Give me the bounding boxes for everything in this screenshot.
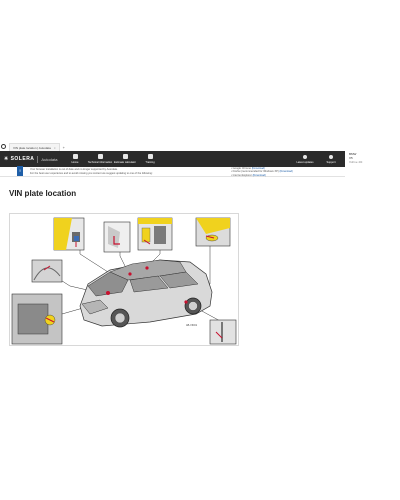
home-icon bbox=[72, 154, 78, 159]
browser-tab[interactable]: VIN plate location | Autodata × bbox=[9, 143, 60, 151]
vehicle-variant: Xdrive 40i bbox=[349, 160, 363, 164]
training-icon bbox=[147, 154, 153, 159]
download-firefox-link[interactable]: (Download) bbox=[280, 170, 293, 173]
vin-marker-rear bbox=[184, 300, 188, 304]
vin-marker-windscreen bbox=[106, 291, 110, 295]
nav-training-label: Training bbox=[145, 161, 155, 164]
vin-location-diagram: AB-VIN01 bbox=[9, 213, 239, 346]
diagram-ref-code: AB-VIN01 bbox=[186, 324, 198, 327]
app-header: ✳ SOLERA Autodata Home Technical informa… bbox=[0, 151, 345, 167]
solera-logo: ✳ SOLERA bbox=[4, 156, 35, 162]
bell-icon bbox=[303, 154, 307, 159]
link-ie-name: Internet Explorer bbox=[232, 173, 252, 177]
vin-marker-door bbox=[145, 266, 149, 270]
nav-training[interactable]: Training bbox=[139, 151, 161, 167]
notice-text: Your browser installation is out of date… bbox=[30, 168, 180, 175]
detail-inset-door bbox=[53, 217, 85, 251]
notice-line-2: For the best user experience and to avoi… bbox=[30, 171, 153, 175]
new-tab-icon[interactable]: + bbox=[63, 145, 65, 150]
nav-technical-label: Technical information bbox=[87, 161, 113, 164]
link-ie: • Internet Explorer (Download) bbox=[231, 173, 266, 177]
product-name: Autodata bbox=[41, 156, 58, 162]
close-icon[interactable]: × bbox=[54, 146, 56, 150]
nav-support-label: Support bbox=[326, 160, 336, 164]
car-illustration bbox=[79, 259, 213, 328]
nav-technical-information[interactable]: Technical information bbox=[87, 151, 113, 167]
download-ie-link[interactable]: (Download) bbox=[253, 174, 266, 177]
nav-updates-label: Latest updates bbox=[296, 160, 314, 164]
browser-tab-strip: VIN plate location | Autodata × + bbox=[0, 143, 400, 151]
detail-inset-engine bbox=[11, 293, 63, 345]
nav-latest-updates[interactable]: Latest updates bbox=[295, 151, 315, 167]
browser-menu-icon[interactable] bbox=[1, 144, 6, 149]
nav-support[interactable]: Support bbox=[321, 151, 341, 167]
wrench-icon bbox=[97, 154, 103, 159]
selected-vehicle[interactable]: BMW X5 Xdrive 40i bbox=[347, 151, 400, 167]
main-nav: Home Technical information Estimate calc… bbox=[64, 151, 161, 167]
vin-marker-pillar bbox=[128, 272, 132, 276]
vin-diagram-svg: AB-VIN01 bbox=[11, 217, 237, 345]
nav-estimate-calculator[interactable]: Estimate calculator bbox=[114, 151, 136, 167]
browser-tab-title: VIN plate location | Autodata bbox=[13, 145, 51, 150]
user-icon bbox=[329, 154, 333, 159]
detail-inset-lower bbox=[209, 319, 237, 345]
browser-notice: ! Your browser installation is out of da… bbox=[0, 166, 345, 177]
browser-download-links: • Google Chrome (Download) • Firefox (re… bbox=[231, 167, 293, 177]
user-nav: Latest updates Support bbox=[295, 151, 341, 167]
detail-inset-rear bbox=[195, 217, 231, 247]
detail-inset-pillar bbox=[103, 221, 131, 253]
page-title: VIN plate location bbox=[9, 189, 77, 198]
calculator-icon bbox=[122, 154, 128, 159]
brand-divider bbox=[37, 155, 39, 163]
nav-home-label: Home bbox=[71, 161, 79, 164]
info-icon: ! bbox=[17, 166, 23, 176]
detail-inset-wheelarch bbox=[31, 259, 63, 283]
nav-home[interactable]: Home bbox=[64, 151, 86, 167]
nav-estimate-label: Estimate calculator bbox=[114, 161, 136, 164]
detail-inset-bpillar bbox=[137, 217, 173, 251]
brand[interactable]: ✳ SOLERA Autodata bbox=[4, 155, 58, 163]
